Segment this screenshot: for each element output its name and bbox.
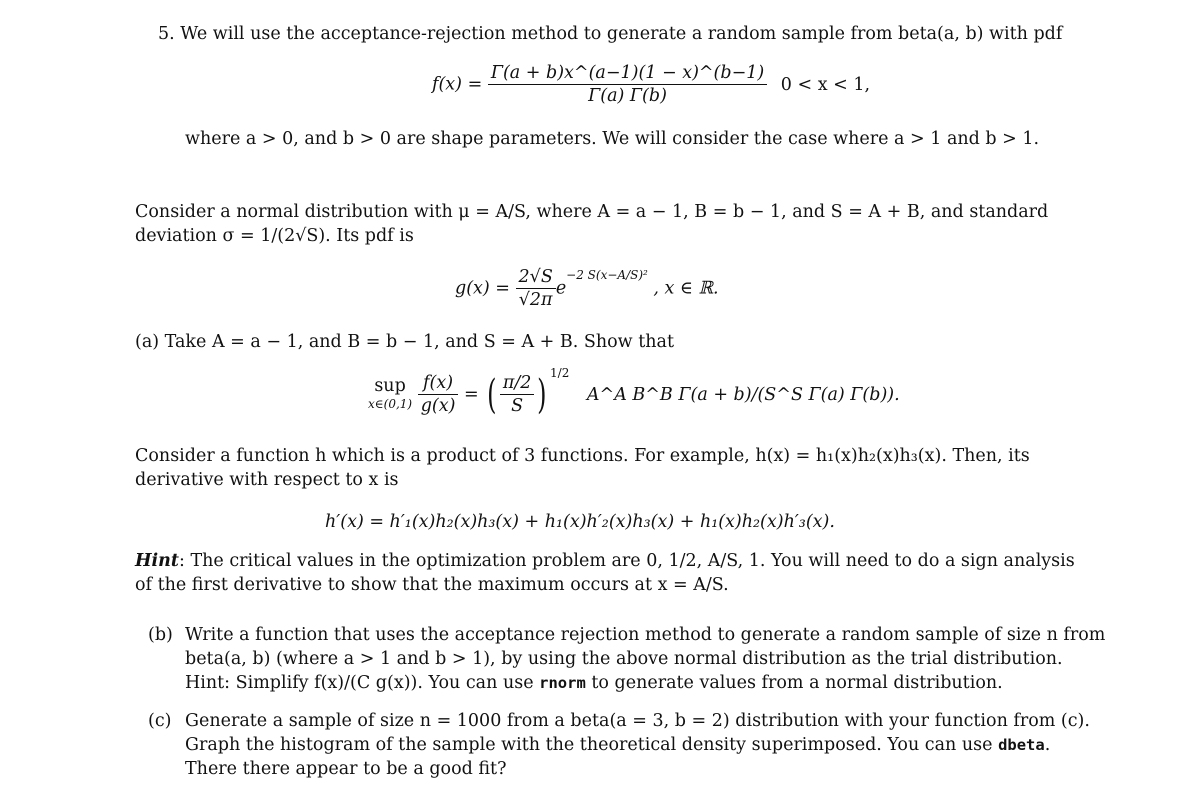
part-b-label: (b) bbox=[148, 625, 173, 645]
problem-intro: 5. We will use the acceptance-rejection … bbox=[158, 22, 1062, 46]
product-line-1: Consider a function h which is a product… bbox=[135, 446, 1030, 466]
hint-text-1: : The critical values in the optimizatio… bbox=[179, 551, 1075, 571]
problem-intro-text: We will use the acceptance-rejection met… bbox=[180, 24, 1063, 44]
sup-op-label: sup bbox=[374, 375, 406, 396]
part-c-line-2-post: . bbox=[1044, 735, 1051, 755]
pdf-f-fraction: Γ(a + b)x^(a−1)(1 − x)^(b−1) Γ(a) Γ(b) bbox=[487, 62, 768, 107]
ratio-fraction: f(x) g(x) bbox=[417, 372, 459, 417]
code-dbeta: dbeta bbox=[998, 736, 1045, 754]
pdf-g-lhs: g(x) = bbox=[455, 278, 510, 299]
pdf-f-lhs: f(x) = bbox=[432, 74, 483, 95]
pdf-g-exponent: −2 S(x−A/S)² bbox=[566, 268, 648, 282]
part-c-line-2-pre: Graph the histogram of the sample with t… bbox=[185, 735, 993, 755]
sup-operator: sup x∈(0,1) bbox=[368, 377, 412, 413]
ratio-numerator: f(x) bbox=[417, 372, 459, 395]
normal-line-1: Consider a normal distribution with μ = … bbox=[135, 202, 1049, 222]
part-b-line-3: Hint: Simplify f(x)/(C g(x)). You can us… bbox=[185, 671, 1003, 695]
product-rule-formula: h′(x) = h′₁(x)h₂(x)h₃(x) + h₁(x)h′₂(x)h₃… bbox=[325, 512, 835, 532]
part-b-line-3-pre: Hint: Simplify f(x)/(C g(x)). You can us… bbox=[185, 673, 534, 693]
paren-numerator: π/2 bbox=[499, 372, 535, 395]
sup-formula: sup x∈(0,1) f(x) g(x) = ( π/2 S ) 1/2 A^A… bbox=[368, 366, 900, 418]
part-b-line-1: Write a function that uses the acceptanc… bbox=[185, 625, 1106, 645]
sup-formula-rest: A^A B^B Γ(a + b)/(S^S Γ(a) Γ(b)). bbox=[586, 384, 900, 405]
pdf-g-numerator: 2√S bbox=[515, 266, 556, 289]
hint-line-2: of the first derivative to show that the… bbox=[135, 575, 729, 595]
ratio-denominator: g(x) bbox=[420, 396, 456, 416]
shape-note: where a > 0, and b > 0 are shape paramet… bbox=[185, 129, 1040, 149]
paren-denominator: S bbox=[511, 396, 524, 416]
product-line-2: derivative with respect to x is bbox=[135, 470, 399, 490]
part-a-text: Take A = a − 1, and B = b − 1, and S = A… bbox=[164, 332, 674, 352]
part-b-line-2: beta(a, b) (where a > 1 and b > 1), by u… bbox=[185, 649, 1063, 669]
code-rnorm: rnorm bbox=[539, 674, 586, 692]
normal-line-2: deviation σ = 1/(2√S). Its pdf is bbox=[135, 226, 414, 246]
sup-op-subscript: x∈(0,1) bbox=[368, 396, 413, 411]
problem-number: 5. bbox=[158, 24, 175, 44]
part-a-statement: (a) Take A = a − 1, and B = b − 1, and S… bbox=[135, 330, 674, 354]
paren-fraction: π/2 S bbox=[499, 372, 535, 417]
pdf-f-denominator: Γ(a) Γ(b) bbox=[588, 86, 667, 106]
pdf-g-formula: g(x) = 2√S √2π e−2 S(x−A/S)² , x ∈ ℝ. bbox=[455, 266, 719, 311]
paren-power: 1/2 bbox=[550, 366, 570, 380]
pdf-f-formula: f(x) = Γ(a + b)x^(a−1)(1 − x)^(b−1) Γ(a)… bbox=[432, 62, 870, 107]
pdf-g-denominator: √2π bbox=[518, 290, 553, 310]
part-a-label: (a) bbox=[135, 332, 160, 352]
part-c-label: (c) bbox=[148, 711, 172, 731]
part-b-line-3-post: to generate values from a normal distrib… bbox=[591, 673, 1003, 693]
pdf-f-domain: 0 < x < 1, bbox=[780, 74, 871, 95]
hint-label: Hint bbox=[135, 551, 179, 571]
part-c-line-2: Graph the histogram of the sample with t… bbox=[185, 733, 1050, 757]
part-c-line-1: Generate a sample of size n = 1000 from … bbox=[185, 711, 1090, 731]
pdf-g-domain: , x ∈ ℝ. bbox=[653, 278, 719, 299]
pdf-g-fraction: 2√S √2π bbox=[515, 266, 556, 311]
pdf-f-numerator: Γ(a + b)x^(a−1)(1 − x)^(b−1) bbox=[487, 62, 768, 85]
hint-line-1: Hint: The critical values in the optimiz… bbox=[135, 549, 1075, 573]
part-c-line-3: There there appear to be a good fit? bbox=[185, 759, 507, 779]
